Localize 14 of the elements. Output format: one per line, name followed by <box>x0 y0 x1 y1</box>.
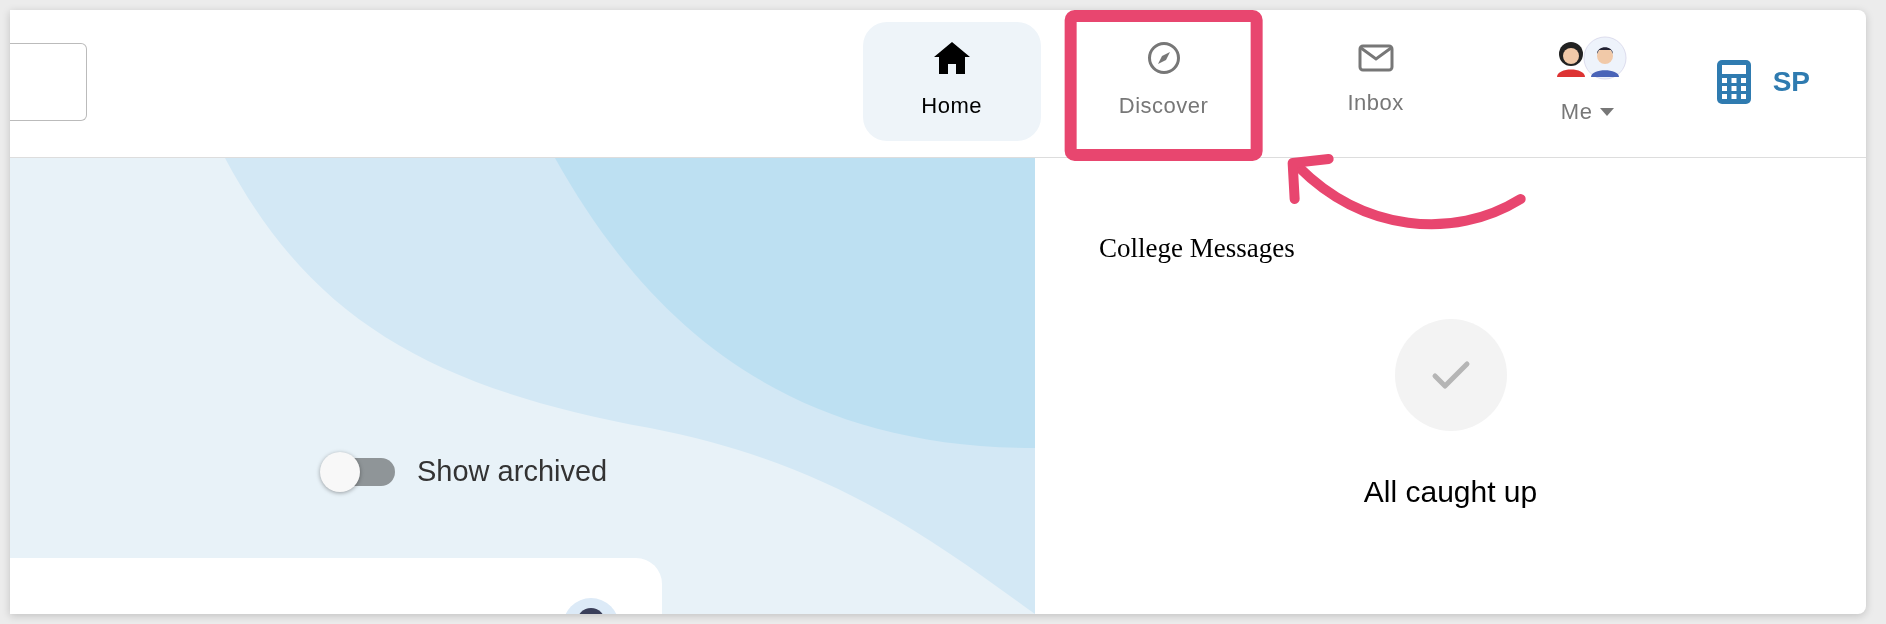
home-icon <box>932 41 971 75</box>
toggle-switch[interactable] <box>320 451 395 492</box>
nav-tab[interactable]: Inbox <box>1286 22 1465 141</box>
toggle-label: Show archived <box>417 454 608 489</box>
compass-icon <box>1146 41 1181 75</box>
nav-tab[interactable]: Me <box>1498 22 1677 141</box>
nav-tab[interactable]: Home <box>862 22 1041 141</box>
nav-tab[interactable]: Discover <box>1074 22 1253 141</box>
user-initials[interactable]: SP <box>1772 60 1810 103</box>
calculator-icon[interactable] <box>1716 59 1751 104</box>
search-field[interactable] <box>10 43 87 121</box>
status-text: All caught up <box>1362 473 1539 510</box>
section-title: College Messages <box>1099 232 1296 265</box>
mail-icon <box>1357 44 1394 72</box>
